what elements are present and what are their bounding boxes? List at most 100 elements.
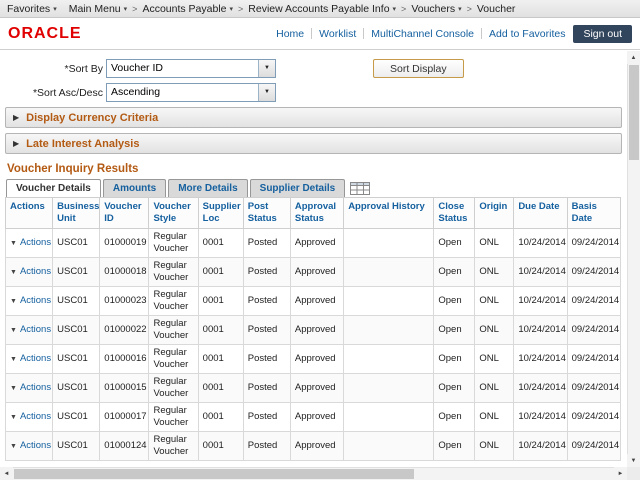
related-actions-icon[interactable]: ▼ <box>10 443 17 450</box>
cell: 09/24/2014 <box>567 373 620 402</box>
related-actions-icon[interactable]: ▼ <box>10 269 17 276</box>
breadcrumb-item-label: Review Accounts Payable Info <box>248 3 389 15</box>
cell: 10/24/2014 <box>514 344 567 373</box>
breadcrumb-item[interactable]: Main Menu▾ <box>69 3 127 15</box>
cell: ONL <box>475 228 514 257</box>
vertical-scroll-thumb[interactable] <box>629 65 639 160</box>
cell: 01000124 <box>100 431 149 460</box>
cell: Regular Voucher <box>149 286 198 315</box>
sort-by-label: *Sort By <box>0 63 103 75</box>
scroll-left-icon[interactable]: ◄ <box>0 467 13 480</box>
vertical-scrollbar[interactable]: ▲ ▼ <box>627 51 640 467</box>
scroll-down-icon[interactable]: ▼ <box>627 454 640 467</box>
scroll-up-icon[interactable]: ▲ <box>627 51 640 64</box>
header-links: Home Worklist MultiChannel Console Add to F… <box>276 25 632 43</box>
cell: USC01 <box>53 402 100 431</box>
breadcrumb-item[interactable]: Voucher <box>477 3 516 15</box>
tab-voucher-details[interactable]: Voucher Details <box>6 179 101 197</box>
related-actions-icon[interactable]: ▼ <box>10 298 17 305</box>
cell: 01000019 <box>100 228 149 257</box>
actions-link[interactable]: Actions <box>20 295 51 306</box>
cell: Approved <box>290 257 343 286</box>
sort-display-button[interactable]: Sort Display <box>373 59 464 78</box>
actions-link[interactable]: Actions <box>20 411 51 422</box>
column-header-business-unit[interactable]: Business Unit <box>53 198 100 229</box>
cell: Approved <box>290 344 343 373</box>
actions-link[interactable]: Actions <box>20 237 51 248</box>
cell <box>344 228 434 257</box>
header-link-add-to-favorites[interactable]: Add to Favorites <box>489 28 565 40</box>
tab-amounts[interactable]: Amounts <box>103 179 166 197</box>
table-row: ▼ActionsUSC0101000018Regular Voucher0001… <box>6 257 621 286</box>
related-actions-icon[interactable]: ▼ <box>10 240 17 247</box>
actions-link[interactable]: Actions <box>20 324 51 335</box>
cell: 10/24/2014 <box>514 286 567 315</box>
column-header-voucher-id[interactable]: Voucher ID <box>100 198 149 229</box>
dropdown-arrow-icon[interactable]: ▼ <box>258 60 275 77</box>
cell: Open <box>434 344 475 373</box>
tab-more-details[interactable]: More Details <box>168 179 247 197</box>
column-header-close-status[interactable]: Close Status <box>434 198 475 229</box>
scroll-right-icon[interactable]: ► <box>614 467 627 480</box>
table-row: ▼ActionsUSC0101000015Regular Voucher0001… <box>6 373 621 402</box>
section-display-currency-criteria[interactable]: ▶ Display Currency Criteria <box>5 107 622 128</box>
column-header-actions[interactable]: Actions <box>6 198 53 229</box>
cell: 0001 <box>198 257 243 286</box>
horizontal-scroll-thumb[interactable] <box>14 469 414 479</box>
breadcrumb-separator: > <box>467 4 472 14</box>
table-row: ▼ActionsUSC0101000124Regular Voucher0001… <box>6 431 621 460</box>
related-actions-icon[interactable]: ▼ <box>10 385 17 392</box>
cell: USC01 <box>53 431 100 460</box>
actions-link[interactable]: Actions <box>20 353 51 364</box>
table-row: ▼ActionsUSC0101000023Regular Voucher0001… <box>6 286 621 315</box>
header-link-home[interactable]: Home <box>276 28 304 40</box>
section-label: Display Currency Criteria <box>26 112 158 124</box>
cell: 10/24/2014 <box>514 373 567 402</box>
column-header-approval-status[interactable]: Approval Status <box>290 198 343 229</box>
column-header-post-status[interactable]: Post Status <box>243 198 290 229</box>
cell: 0001 <box>198 402 243 431</box>
cell: Approved <box>290 228 343 257</box>
expand-arrow-icon[interactable]: ▶ <box>13 113 19 122</box>
header-link-worklist[interactable]: Worklist <box>319 28 356 40</box>
header-link-multichannel-console[interactable]: MultiChannel Console <box>371 28 474 40</box>
column-header-voucher-style[interactable]: Voucher Style <box>149 198 198 229</box>
cell: Regular Voucher <box>149 257 198 286</box>
breadcrumb-item[interactable]: Review Accounts Payable Info▾ <box>248 3 396 15</box>
horizontal-scrollbar[interactable]: ◄ ► <box>0 467 627 480</box>
sign-out-button[interactable]: Sign out <box>573 25 632 43</box>
actions-link[interactable]: Actions <box>20 382 51 393</box>
related-actions-icon[interactable]: ▼ <box>10 327 17 334</box>
cell: Regular Voucher <box>149 344 198 373</box>
table-row: ▼ActionsUSC0101000016Regular Voucher0001… <box>6 344 621 373</box>
sort-by-select[interactable]: Voucher ID ▼ <box>106 59 276 78</box>
show-all-columns-icon[interactable] <box>350 182 370 195</box>
related-actions-icon[interactable]: ▼ <box>10 356 17 363</box>
cell-actions: ▼Actions <box>6 257 53 286</box>
cell-actions: ▼Actions <box>6 286 53 315</box>
section-late-interest-analysis[interactable]: ▶ Late Interest Analysis <box>5 133 622 154</box>
breadcrumb-item[interactable]: Accounts Payable▾ <box>142 3 233 15</box>
column-header-approval-history[interactable]: Approval History <box>344 198 434 229</box>
actions-link[interactable]: Actions <box>20 266 51 277</box>
cell: ONL <box>475 402 514 431</box>
breadcrumb-item[interactable]: Favorites▾ <box>7 3 57 15</box>
tab-supplier-details[interactable]: Supplier Details <box>250 179 346 197</box>
column-header-due-date[interactable]: Due Date <box>514 198 567 229</box>
column-header-basis-date[interactable]: Basis Date <box>567 198 620 229</box>
related-actions-icon[interactable]: ▼ <box>10 414 17 421</box>
breadcrumb-item[interactable]: Vouchers▾ <box>411 3 461 15</box>
cell: USC01 <box>53 257 100 286</box>
cell: Posted <box>243 286 290 315</box>
table-row: ▼ActionsUSC0101000017Regular Voucher0001… <box>6 402 621 431</box>
cell: Posted <box>243 315 290 344</box>
scrollbar-corner <box>627 467 640 480</box>
column-header-origin[interactable]: Origin <box>475 198 514 229</box>
cell: 01000016 <box>100 344 149 373</box>
cell-actions: ▼Actions <box>6 344 53 373</box>
expand-arrow-icon[interactable]: ▶ <box>13 139 19 148</box>
actions-link[interactable]: Actions <box>20 440 51 451</box>
dropdown-arrow-icon[interactable]: ▼ <box>258 84 275 101</box>
sort-asc-desc-select[interactable]: Ascending ▼ <box>106 83 276 102</box>
column-header-supplier-loc[interactable]: Supplier Loc <box>198 198 243 229</box>
